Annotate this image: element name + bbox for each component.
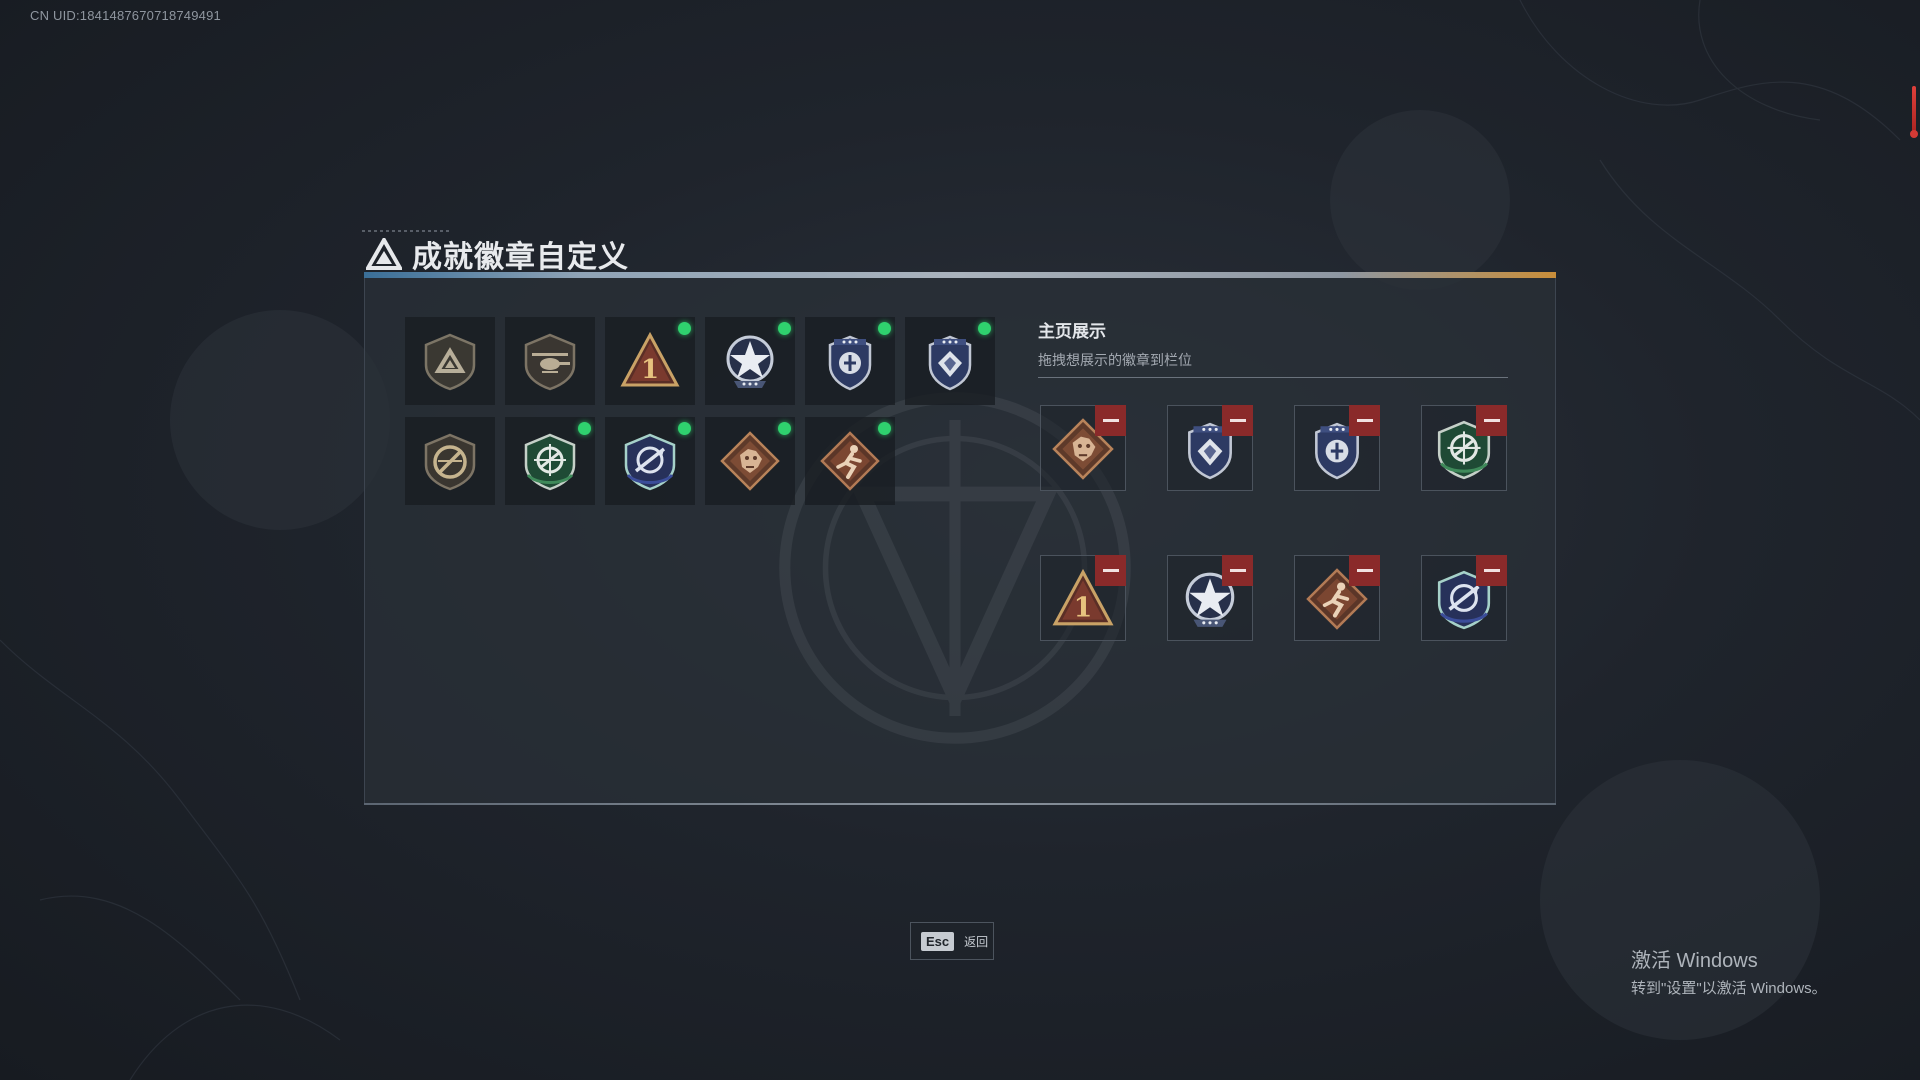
showcase-slot-3[interactable] [1294, 405, 1380, 491]
owned-badge-b6[interactable] [905, 317, 995, 405]
showcase-slot-1[interactable] [1040, 405, 1126, 491]
showcase-slot-4[interactable] [1421, 405, 1507, 491]
remove-badge-button[interactable] [1222, 555, 1253, 586]
uid-label: CN UID:1841487670718749491 [30, 8, 221, 23]
svg-text:1: 1 [641, 355, 659, 385]
new-indicator-dot [578, 422, 591, 435]
green-crosshair-shield-badge-icon [524, 433, 576, 491]
windows-activation-watermark: 激活 Windows 转到"设置"以激活 Windows。 [1631, 944, 1827, 998]
showcase-slot-6[interactable] [1167, 555, 1253, 641]
new-indicator-dot [778, 322, 791, 335]
new-indicator-dot [678, 422, 691, 435]
helicopter-shield-badge-icon [524, 333, 576, 391]
minus-icon [1102, 569, 1119, 572]
owned-badge-b2[interactable] [505, 317, 595, 405]
corner-indicator [1912, 86, 1916, 136]
owned-badge-b1[interactable] [405, 317, 495, 405]
owned-badge-b9[interactable] [605, 417, 695, 505]
remove-badge-button[interactable] [1222, 405, 1253, 436]
back-label: 返回 [964, 934, 989, 949]
owned-badge-b10[interactable] [705, 417, 795, 505]
star-wing-badge-icon [726, 335, 774, 388]
rank-one-triangle-badge-icon: 1 [620, 331, 680, 387]
back-button[interactable]: Esc 返回 [910, 922, 994, 960]
corner-indicator-dot [1910, 130, 1918, 138]
owned-badge-b8[interactable] [505, 417, 595, 505]
showcase-slot-2[interactable] [1167, 405, 1253, 491]
page-title-text: 成就徽章自定义 [412, 240, 629, 275]
badge-customize-panel: 1 主页展示 拖拽想展示的徽章到栏位 1 [364, 272, 1556, 805]
svg-text:1: 1 [1074, 593, 1093, 624]
minus-icon [1356, 419, 1373, 422]
new-indicator-dot [978, 322, 991, 335]
showcase-title: 主页展示 [1038, 322, 1106, 342]
new-indicator-dot [778, 422, 791, 435]
showcase-slot-5[interactable]: 1 [1040, 555, 1126, 641]
remove-badge-button[interactable] [1476, 555, 1507, 586]
remove-badge-button[interactable] [1095, 555, 1126, 586]
blue-diamond-crest-badge-icon [928, 335, 972, 391]
owned-badge-b4[interactable] [705, 317, 795, 405]
owned-badge-b5[interactable] [805, 317, 895, 405]
homepage-showcase: 主页展示 拖拽想展示的徽章到栏位 1 [1038, 317, 1508, 641]
new-indicator-dot [878, 322, 891, 335]
runner-diamond-badge-icon [820, 431, 880, 491]
minus-icon [1356, 569, 1373, 572]
no-rifle-shield-badge-icon [424, 433, 476, 491]
remove-badge-button[interactable] [1476, 405, 1507, 436]
showcase-slot-8[interactable] [1421, 555, 1507, 641]
blue-rifle-shield-badge-icon [624, 433, 676, 491]
minus-icon [1483, 419, 1500, 422]
minus-icon [1229, 419, 1246, 422]
owned-badge-b7[interactable] [405, 417, 495, 505]
showcase-slot-7[interactable] [1294, 555, 1380, 641]
blue-crest-badge-icon [828, 335, 872, 391]
minus-icon [1483, 569, 1500, 572]
minus-icon [1229, 569, 1246, 572]
minus-icon [1102, 419, 1119, 422]
owned-badge-b11[interactable] [805, 417, 895, 505]
new-indicator-dot [878, 422, 891, 435]
remove-badge-button[interactable] [1349, 405, 1380, 436]
esc-key-icon: Esc [921, 931, 955, 951]
activation-hint: 转到"设置"以激活 Windows。 [1631, 980, 1827, 997]
triangle-shield-badge-icon [424, 333, 476, 391]
showcase-divider [1038, 377, 1508, 378]
activation-title: 激活 Windows [1631, 950, 1758, 972]
dragon-diamond-badge-icon [720, 431, 780, 491]
new-indicator-dot [678, 322, 691, 335]
page-title: 成就徽章自定义 [366, 234, 629, 275]
remove-badge-button[interactable] [1095, 405, 1126, 436]
delta-logo-icon [366, 238, 402, 270]
remove-badge-button[interactable] [1349, 555, 1380, 586]
showcase-subtitle: 拖拽想展示的徽章到栏位 [1038, 353, 1192, 369]
owned-badge-b3[interactable]: 1 [605, 317, 695, 405]
